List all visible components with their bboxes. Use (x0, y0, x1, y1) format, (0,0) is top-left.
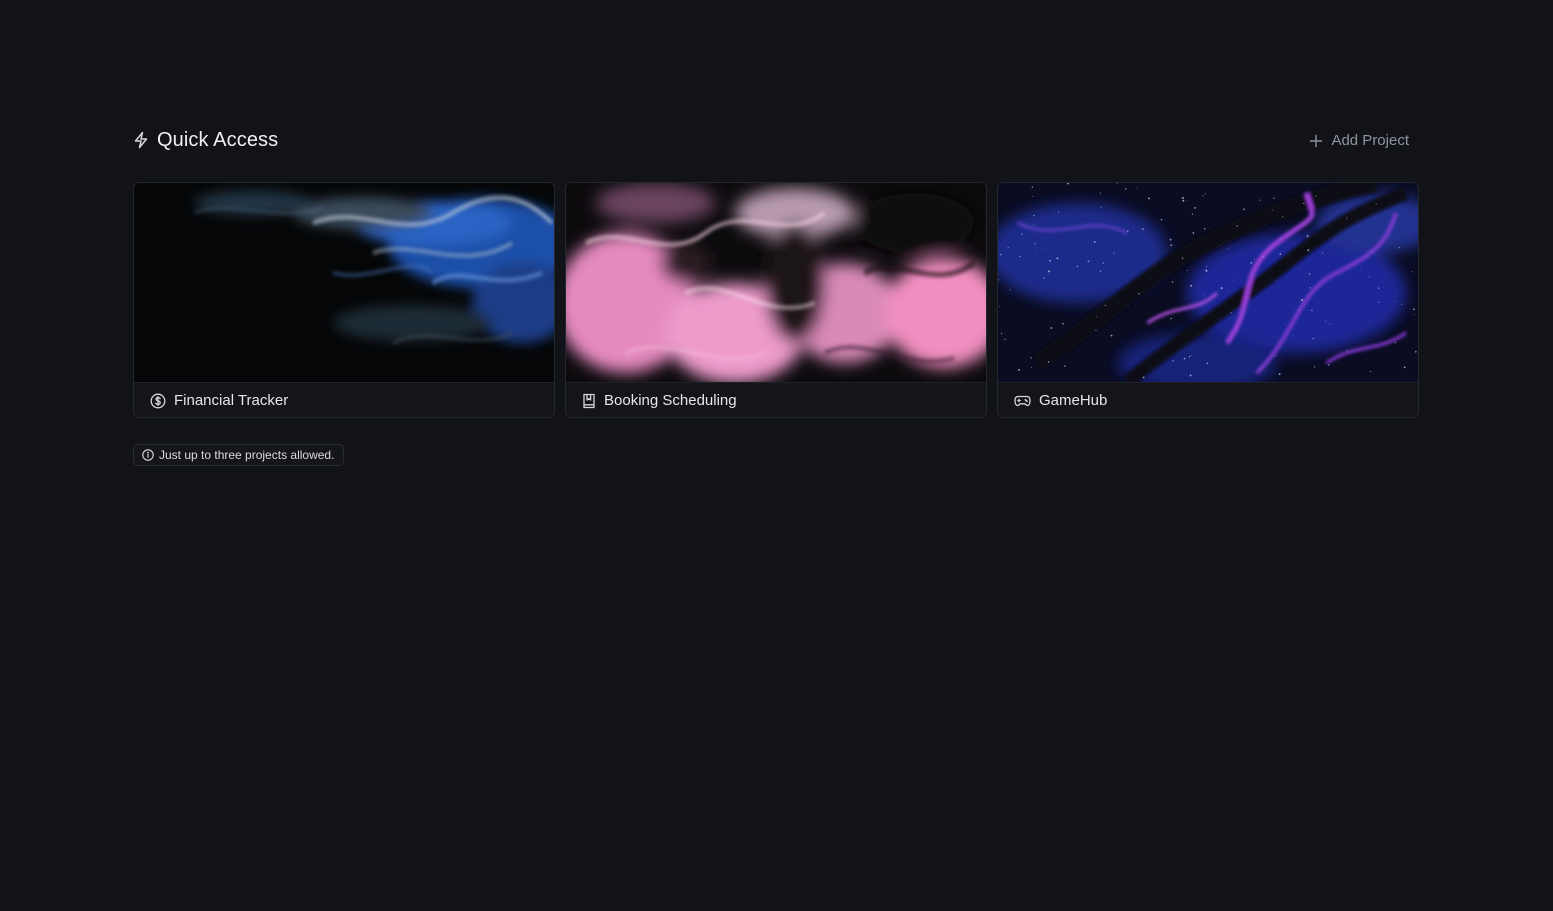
page: Quick Access Add Project Financial Track… (0, 0, 1553, 911)
section-header: Quick Access Add Project (133, 124, 1421, 156)
project-card-footer: Booking Scheduling (566, 382, 986, 417)
title-wrap: Quick Access (133, 129, 278, 152)
bookmark-book-icon (582, 393, 596, 409)
project-card-gamehub[interactable]: GameHub (997, 182, 1419, 418)
dollar-circle-icon (150, 393, 166, 409)
add-project-label: Add Project (1331, 132, 1409, 149)
project-cover-image (134, 183, 554, 382)
project-card-footer: GameHub (998, 382, 1418, 417)
gamepad-icon (1014, 394, 1031, 408)
lightning-icon (133, 131, 149, 149)
add-project-button[interactable]: Add Project (1309, 128, 1409, 153)
project-name: GameHub (1039, 392, 1108, 409)
plus-icon (1309, 134, 1323, 148)
project-card-footer: Financial Tracker (134, 382, 554, 417)
project-limit-notice: Just up to three projects allowed. (133, 444, 345, 466)
notice-text: Just up to three projects allowed. (159, 448, 335, 462)
project-cover-image (566, 183, 986, 382)
project-cards: Financial Tracker Booking Scheduling Gam… (133, 182, 1421, 418)
project-card-booking-scheduling[interactable]: Booking Scheduling (565, 182, 987, 418)
quick-access-section: Quick Access Add Project Financial Track… (133, 124, 1421, 466)
info-icon (142, 449, 154, 461)
project-cover-image (998, 183, 1418, 382)
project-name: Financial Tracker (174, 392, 289, 409)
section-title: Quick Access (157, 128, 279, 151)
project-name: Booking Scheduling (604, 392, 737, 409)
project-card-financial-tracker[interactable]: Financial Tracker (133, 182, 555, 418)
